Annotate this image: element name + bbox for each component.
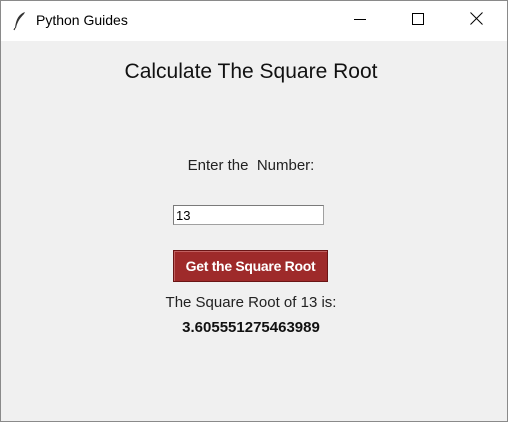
result-label: The Square Root of 13 is: xyxy=(165,294,337,311)
page-title: Calculate The Square Root xyxy=(124,60,378,83)
feather-icon xyxy=(13,11,27,31)
title-bar[interactable]: Python Guides xyxy=(1,1,507,41)
app-window: Python Guides Calculate The Square Root … xyxy=(0,0,508,422)
minimize-icon xyxy=(354,12,366,30)
minimize-button[interactable] xyxy=(331,1,389,41)
get-square-root-button[interactable]: Get the Square Root xyxy=(173,250,328,282)
close-button[interactable] xyxy=(447,1,505,41)
maximize-button[interactable] xyxy=(389,1,447,41)
window-title: Python Guides xyxy=(36,12,128,28)
result-value: 3.605551275463989 xyxy=(182,319,320,336)
maximize-icon xyxy=(412,12,424,30)
number-input[interactable] xyxy=(173,205,324,225)
close-icon xyxy=(469,12,483,30)
number-prompt-label: Enter the Number: xyxy=(187,157,315,174)
